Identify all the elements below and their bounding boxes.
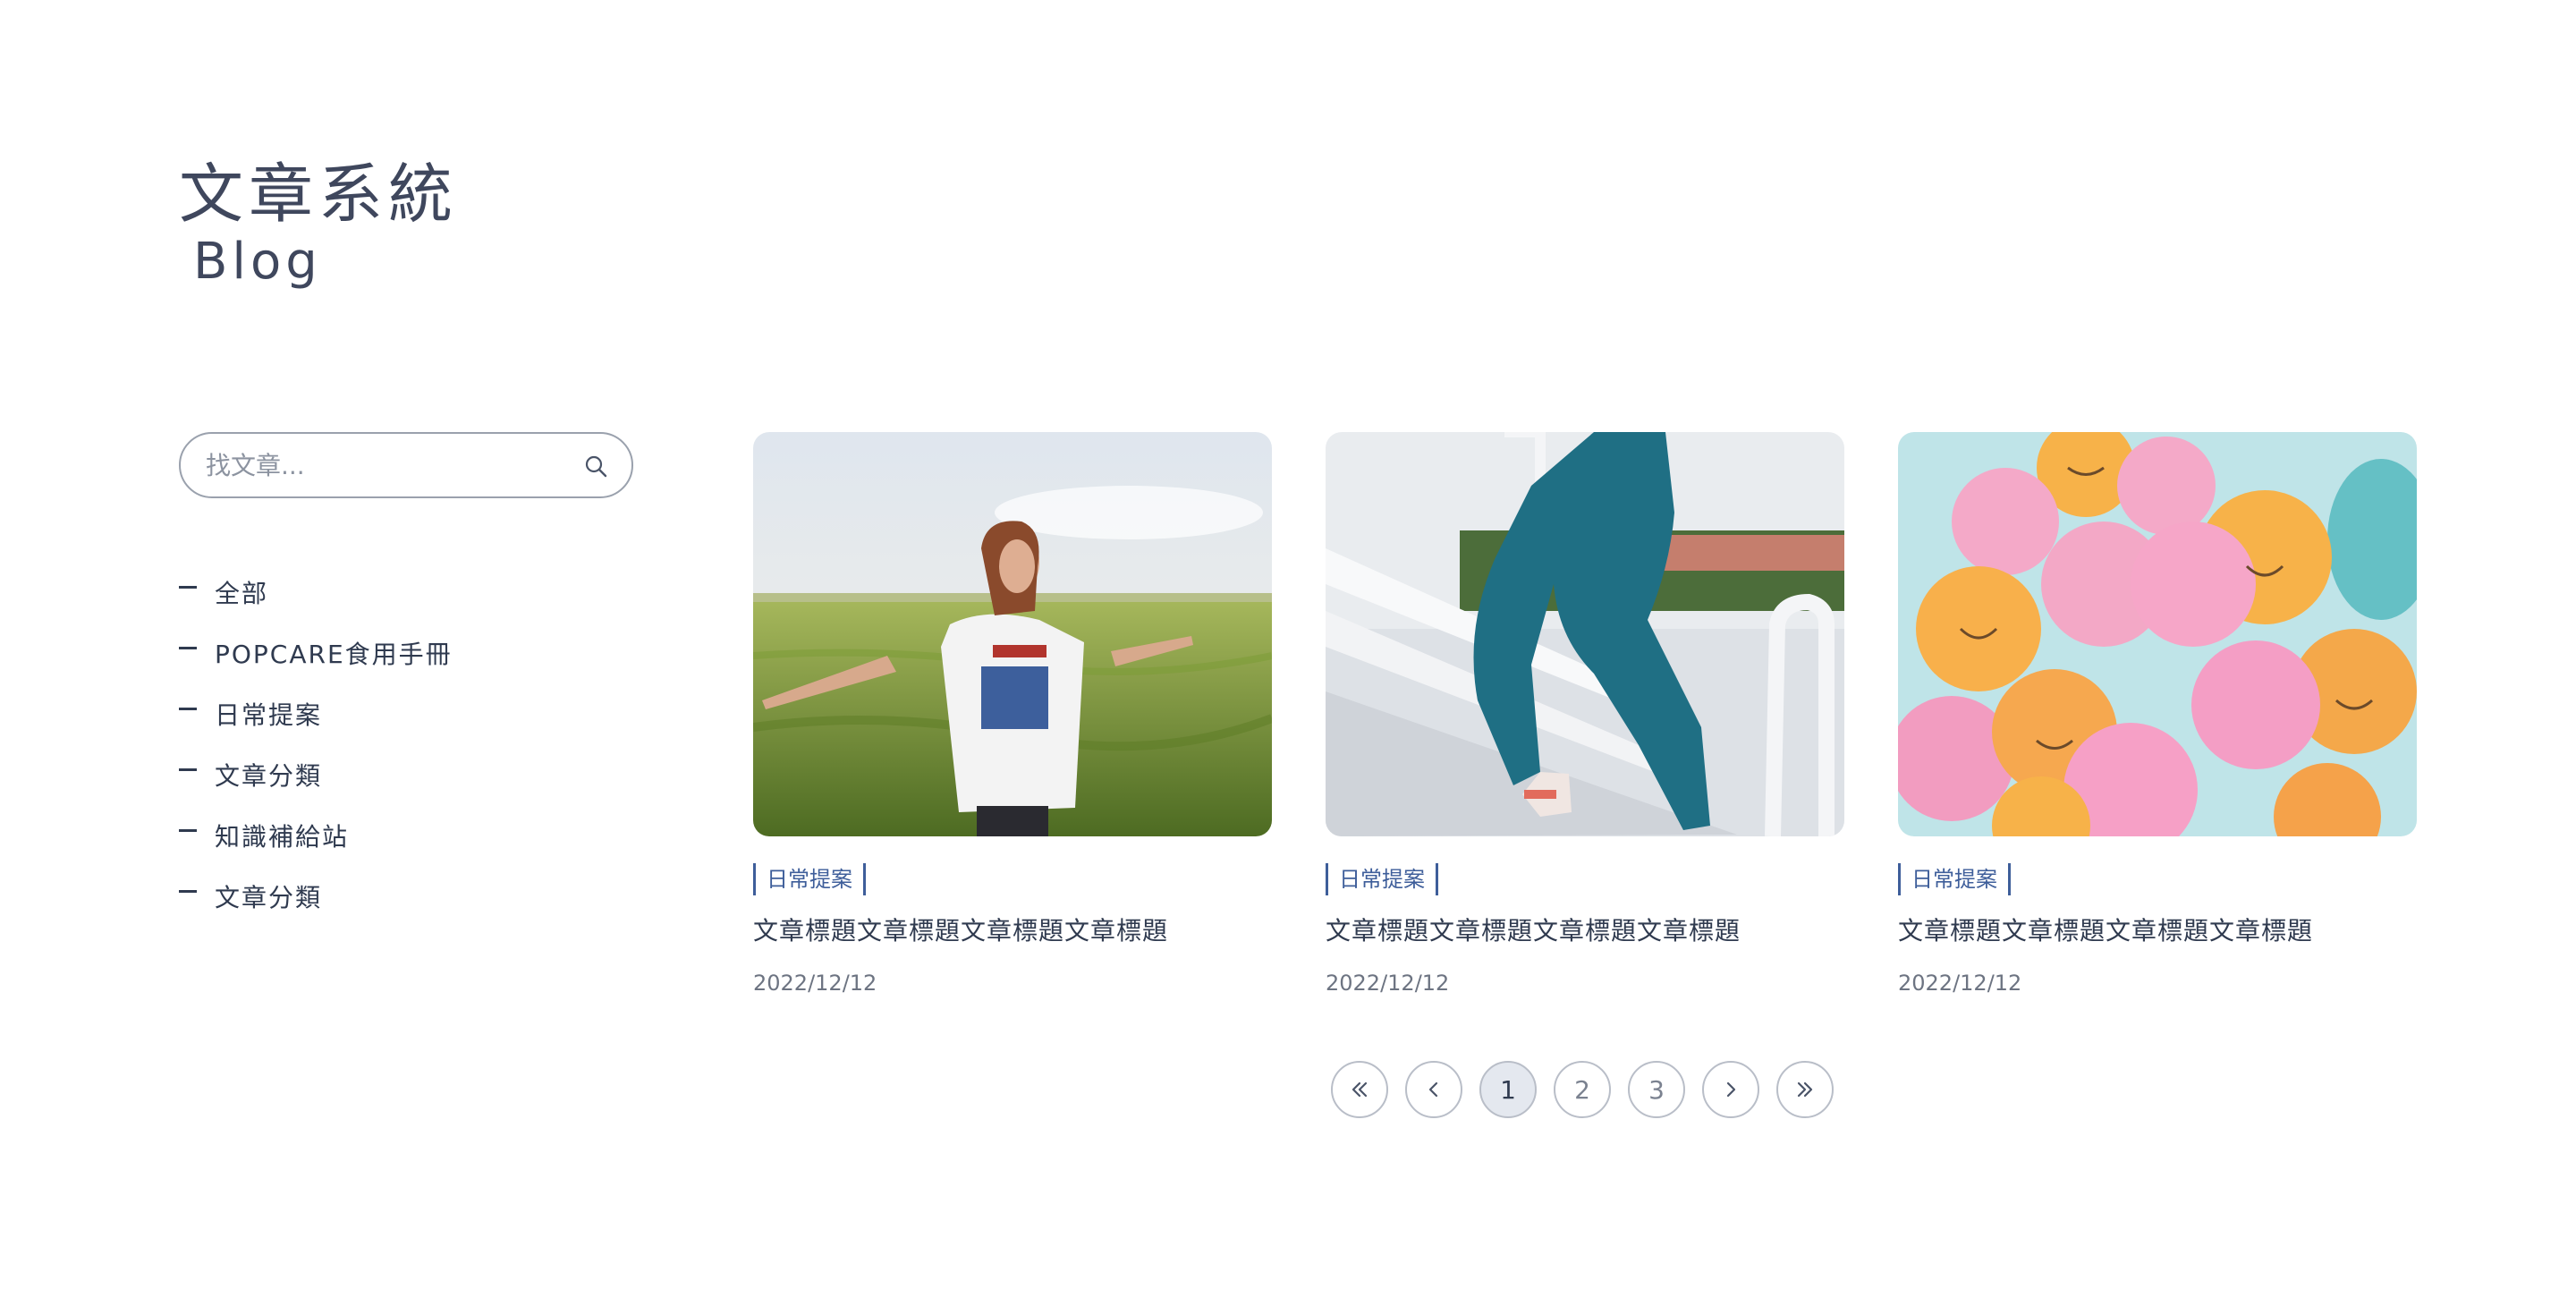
category-label: 知識補給站 <box>215 822 350 852</box>
smiley-balloons-image <box>1898 432 2417 836</box>
dash-icon <box>179 585 197 589</box>
dash-icon <box>179 767 197 771</box>
post-card[interactable]: 日常提案 文章標題文章標題文章標題文章標題 2022/12/12 <box>753 432 1272 996</box>
double-chevron-left-icon <box>1352 1081 1368 1098</box>
category-label: 日常提案 <box>215 700 323 730</box>
post-image-smiley-balloons[interactable] <box>1898 432 2417 836</box>
category-item-popcare-manual[interactable]: POPCARE食用手冊 <box>179 623 453 683</box>
post-date: 2022/12/12 <box>1326 971 1450 996</box>
pagination: 1 2 3 <box>1331 1061 1834 1118</box>
dash-icon <box>179 889 197 893</box>
search-box <box>179 432 633 498</box>
legs-on-stairs-image <box>1326 432 1844 836</box>
chevron-right-icon <box>1726 1081 1736 1098</box>
next-page-button[interactable] <box>1702 1061 1759 1118</box>
search-icon[interactable] <box>583 454 608 479</box>
category-label: 文章分類 <box>215 761 323 791</box>
first-page-button[interactable] <box>1331 1061 1388 1118</box>
post-image-woman-in-field[interactable] <box>753 432 1272 836</box>
dash-icon <box>179 828 197 832</box>
woman-in-field-image <box>753 432 1272 836</box>
post-title[interactable]: 文章標題文章標題文章標題文章標題 <box>1898 912 2417 947</box>
dash-icon <box>179 646 197 649</box>
category-item-all[interactable]: 全部 <box>179 562 453 623</box>
prev-page-button[interactable] <box>1405 1061 1462 1118</box>
category-label: 文章分類 <box>215 883 323 912</box>
post-title[interactable]: 文章標題文章標題文章標題文章標題 <box>753 912 1272 947</box>
category-list: 全部 POPCARE食用手冊 日常提案 文章分類 知識補給站 文章分類 <box>179 562 453 927</box>
post-tag[interactable]: 日常提案 <box>1326 863 1438 895</box>
category-item-daily-proposal[interactable]: 日常提案 <box>179 683 453 744</box>
category-label: 全部 <box>215 579 269 608</box>
double-chevron-right-icon <box>1797 1081 1813 1098</box>
page-button-3[interactable]: 3 <box>1628 1061 1685 1118</box>
post-title[interactable]: 文章標題文章標題文章標題文章標題 <box>1326 912 1844 947</box>
post-card[interactable]: 日常提案 文章標題文章標題文章標題文章標題 2022/12/12 <box>1326 432 1844 996</box>
last-page-button[interactable] <box>1776 1061 1834 1118</box>
category-item-knowledge[interactable]: 知識補給站 <box>179 805 453 866</box>
post-date: 2022/12/12 <box>753 971 877 996</box>
category-label: POPCARE食用手冊 <box>215 640 453 669</box>
post-image-legs-on-stairs[interactable] <box>1326 432 1844 836</box>
category-item-article-category-2[interactable]: 文章分類 <box>179 866 453 927</box>
page-button-1[interactable]: 1 <box>1479 1061 1537 1118</box>
page-subtitle: Blog <box>193 233 322 291</box>
category-item-article-category[interactable]: 文章分類 <box>179 744 453 805</box>
post-date: 2022/12/12 <box>1898 971 2022 996</box>
post-card[interactable]: 日常提案 文章標題文章標題文章標題文章標題 2022/12/12 <box>1898 432 2417 996</box>
page-button-2[interactable]: 2 <box>1554 1061 1611 1118</box>
page-title: 文章系統 <box>179 157 459 232</box>
dash-icon <box>179 707 197 710</box>
chevron-left-icon <box>1428 1081 1438 1098</box>
post-tag[interactable]: 日常提案 <box>753 863 866 895</box>
search-input[interactable] <box>206 434 564 496</box>
post-tag[interactable]: 日常提案 <box>1898 863 2011 895</box>
